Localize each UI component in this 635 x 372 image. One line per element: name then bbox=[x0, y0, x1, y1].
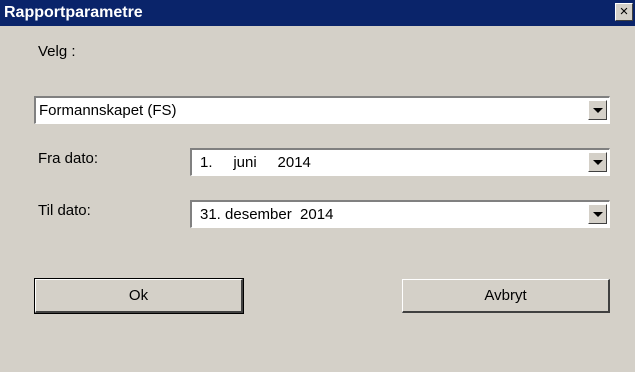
to-date-label: Til dato: bbox=[38, 202, 91, 219]
close-button[interactable]: × bbox=[615, 3, 633, 21]
cancel-button[interactable]: Avbryt bbox=[402, 279, 610, 313]
from-date-value: 1. juni 2014 bbox=[200, 154, 311, 171]
window-title: Rapportparametre bbox=[4, 4, 143, 21]
committee-select[interactable]: Formannskapet (FS) bbox=[34, 96, 610, 124]
from-date-label: Fra dato: bbox=[38, 150, 99, 167]
chevron-down-icon[interactable] bbox=[588, 204, 607, 224]
to-date-picker[interactable]: 31. desember 2014 bbox=[190, 200, 610, 228]
close-icon: × bbox=[619, 3, 629, 20]
select-label: Velg : bbox=[38, 43, 76, 60]
from-date-picker[interactable]: 1. juni 2014 bbox=[190, 148, 610, 176]
ok-button[interactable]: Ok bbox=[34, 278, 244, 314]
chevron-down-icon[interactable] bbox=[588, 100, 607, 120]
committee-select-value: Formannskapet (FS) bbox=[39, 102, 177, 119]
to-date-value: 31. desember 2014 bbox=[200, 206, 334, 223]
title-bar: Rapportparametre × bbox=[0, 0, 635, 26]
chevron-down-icon[interactable] bbox=[588, 152, 607, 172]
